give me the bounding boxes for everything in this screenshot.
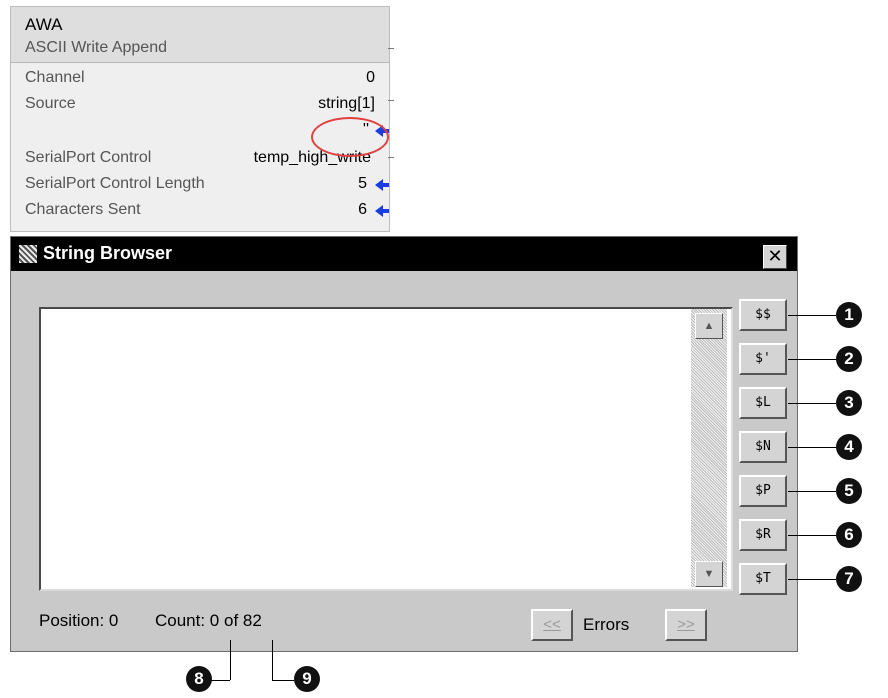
count-status: Count: 0 of 82 bbox=[155, 611, 262, 630]
callout-badge-3: 3 bbox=[836, 390, 862, 416]
serialport-length-label: SerialPort Control Length bbox=[25, 175, 205, 192]
callout-badge-4: 4 bbox=[836, 434, 862, 460]
previous-error-button[interactable]: << bbox=[531, 609, 573, 641]
callout-line bbox=[272, 640, 273, 680]
vertical-scrollbar[interactable] bbox=[691, 309, 727, 587]
callout-line bbox=[788, 579, 836, 580]
dollar-t-button[interactable]: $T bbox=[739, 563, 787, 595]
string-text-area[interactable] bbox=[39, 307, 733, 591]
callout-line bbox=[788, 491, 836, 492]
callout-line bbox=[788, 403, 836, 404]
callout-line bbox=[788, 535, 836, 536]
source-label: Source bbox=[25, 95, 76, 112]
blue-left-arrow-icon bbox=[375, 205, 389, 217]
callout-badge-6: 6 bbox=[836, 522, 862, 548]
dollar-n-button[interactable]: $N bbox=[739, 431, 787, 463]
callout-badge-8: 8 bbox=[186, 666, 212, 692]
callout-line bbox=[272, 680, 294, 681]
callout-line bbox=[788, 359, 836, 360]
position-status: Position: 0 bbox=[39, 611, 119, 630]
string-browser-app-icon bbox=[19, 245, 37, 263]
serialport-length-value[interactable]: 5 bbox=[358, 175, 367, 193]
callout-badge-7: 7 bbox=[836, 566, 862, 592]
callout-badge-1: 1 bbox=[836, 302, 862, 328]
pin-tick bbox=[388, 157, 394, 158]
next-error-button[interactable]: >> bbox=[665, 609, 707, 641]
blue-left-arrow-icon bbox=[375, 179, 389, 191]
callout-badge-5: 5 bbox=[836, 478, 862, 504]
channel-label: Channel bbox=[25, 69, 85, 86]
callout-line bbox=[788, 447, 836, 448]
errors-label: Errors bbox=[583, 615, 630, 634]
serialport-control-label: SerialPort Control bbox=[25, 149, 152, 166]
close-button[interactable]: ✕ bbox=[763, 245, 787, 269]
dialog-title: String Browser bbox=[43, 243, 173, 263]
instruction-description: ASCII Write Append bbox=[25, 39, 167, 56]
channel-value[interactable]: 0 bbox=[366, 69, 375, 87]
scroll-down-arrow-icon[interactable]: ▼ bbox=[695, 561, 723, 587]
pin-tick bbox=[388, 48, 394, 49]
dollar-dollar-button[interactable]: $$ bbox=[739, 299, 787, 331]
callout-line bbox=[210, 680, 230, 681]
string-browser-dialog: String Browser ✕ ▲ ▼ $$ $' $L $N $P $R $… bbox=[10, 236, 798, 652]
callout-badge-2: 2 bbox=[836, 346, 862, 372]
callout-line bbox=[788, 315, 836, 316]
characters-sent-value[interactable]: 6 bbox=[358, 201, 367, 219]
dollar-quote-button[interactable]: $' bbox=[739, 343, 787, 375]
callout-line bbox=[230, 640, 231, 680]
scroll-up-arrow-icon[interactable]: ▲ bbox=[695, 313, 723, 339]
dialog-titlebar[interactable]: String Browser ✕ bbox=[11, 237, 797, 271]
awa-instruction-block[interactable]: AWA ASCII Write Append Channel 0 Source … bbox=[10, 6, 390, 232]
source-value[interactable]: string[1] bbox=[318, 95, 375, 113]
dollar-r-button[interactable]: $R bbox=[739, 519, 787, 551]
callout-badge-9: 9 bbox=[294, 666, 320, 692]
instruction-title: AWA bbox=[25, 15, 63, 34]
dollar-l-button[interactable]: $L bbox=[739, 387, 787, 419]
dollar-p-button[interactable]: $P bbox=[739, 475, 787, 507]
pin-tick bbox=[388, 100, 394, 101]
highlight-oval bbox=[311, 117, 389, 157]
characters-sent-label: Characters Sent bbox=[25, 201, 141, 218]
